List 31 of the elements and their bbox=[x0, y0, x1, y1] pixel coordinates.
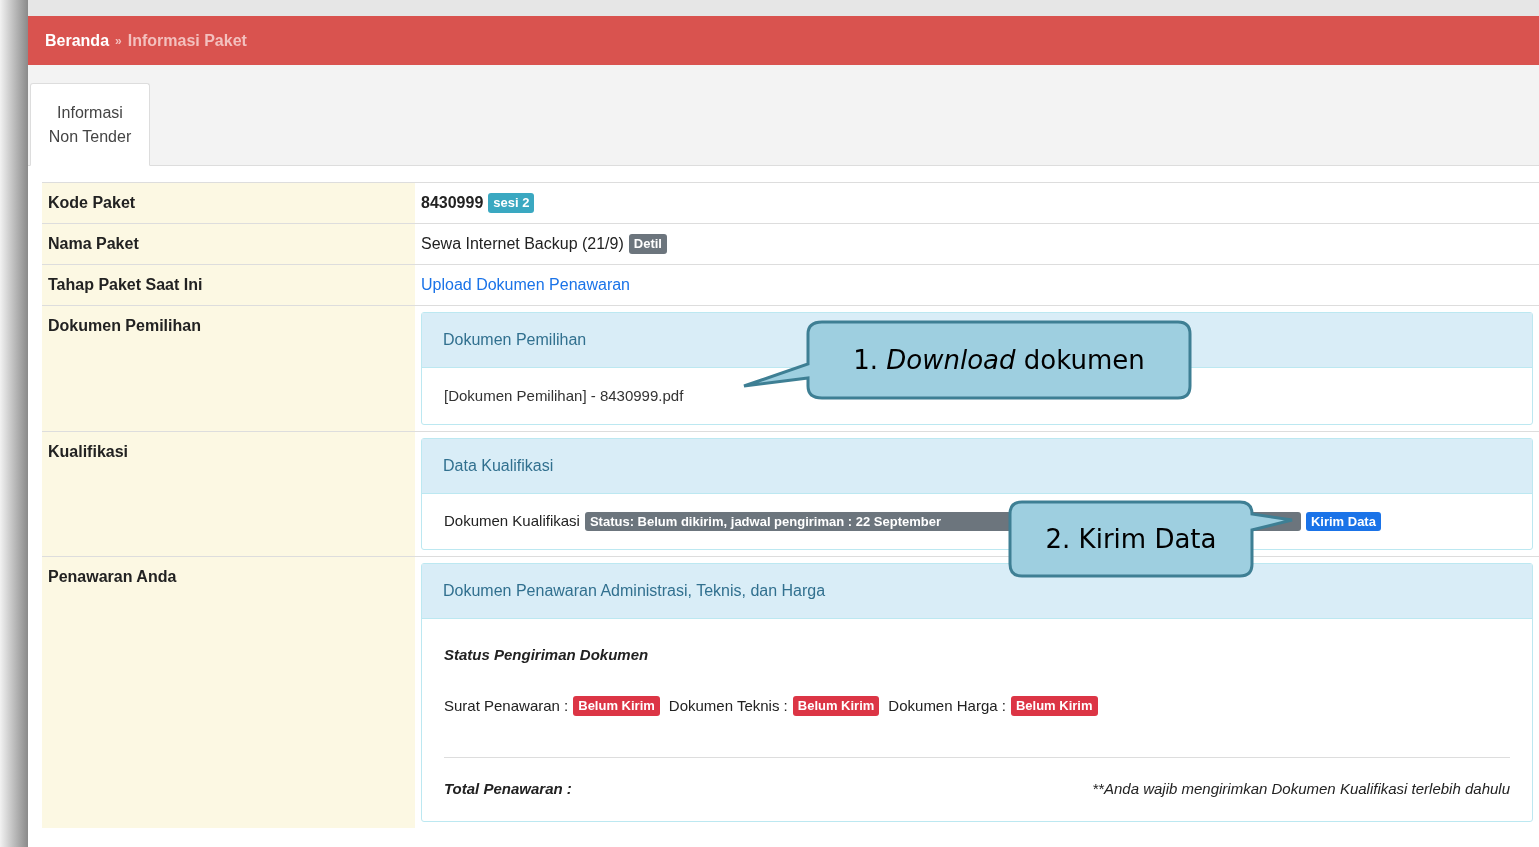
document-label: Dokumen Kualifikasi bbox=[444, 511, 580, 531]
breadcrumb-link[interactable]: Informasi Paket bbox=[127, 28, 247, 53]
breadcrumb-separator: » bbox=[115, 32, 122, 50]
note-text: **Anda wajib mengirimkan Dokumen Kualifikasi terlebih dahulu bbox=[1092, 779, 1510, 799]
breadcrumb-link[interactable]: Beranda bbox=[45, 28, 110, 53]
detail-button[interactable]: Detil bbox=[628, 234, 667, 254]
row-label: Kode Paket bbox=[48, 194, 136, 211]
status-heading: Status Pengiriman Dokumen bbox=[444, 645, 649, 663]
status-badge: Belum Kirim bbox=[1010, 696, 1098, 716]
total-label: Total Penawaran : bbox=[444, 779, 572, 799]
panel-title: Dokumen Penawaran Administrasi, Teknis, dan Harga bbox=[443, 581, 826, 599]
row-label: Dokumen Pemilihan bbox=[48, 317, 201, 334]
row-label: Penawaran Anda bbox=[48, 567, 177, 585]
package-name: Sewa Internet Backup (21/9) bbox=[421, 234, 624, 254]
status-label: Surat Penawaran : bbox=[444, 695, 569, 716]
panel-title: Dokumen Pemilihan bbox=[443, 331, 587, 348]
status-badge: Belum Kirim bbox=[792, 696, 880, 716]
send-data-button[interactable]: Kirim Data bbox=[1305, 511, 1381, 531]
row-label: Kualifikasi bbox=[48, 443, 129, 460]
row-label: Tahap Paket Saat Ini bbox=[48, 276, 203, 293]
status-label: Dokumen Teknis : bbox=[668, 695, 788, 716]
document-link[interactable]: [Dokumen Pemilihan] - 8430999.pdf bbox=[444, 387, 684, 404]
session-badge: sesi 2 bbox=[488, 193, 535, 213]
status-badge: Belum Kirim bbox=[573, 696, 660, 716]
tab[interactable]: Informasi Non Tender bbox=[30, 83, 150, 166]
row-label: Nama Paket bbox=[48, 235, 139, 252]
status-label: Dokumen Harga : bbox=[888, 695, 1006, 716]
stage-link[interactable]: Upload Dokumen Penawaran bbox=[421, 276, 630, 293]
callout-text: 1. Download dokumen bbox=[853, 343, 1145, 377]
package-code: 8430999 bbox=[421, 193, 484, 213]
panel-title: Data Kualifikasi bbox=[443, 457, 554, 474]
